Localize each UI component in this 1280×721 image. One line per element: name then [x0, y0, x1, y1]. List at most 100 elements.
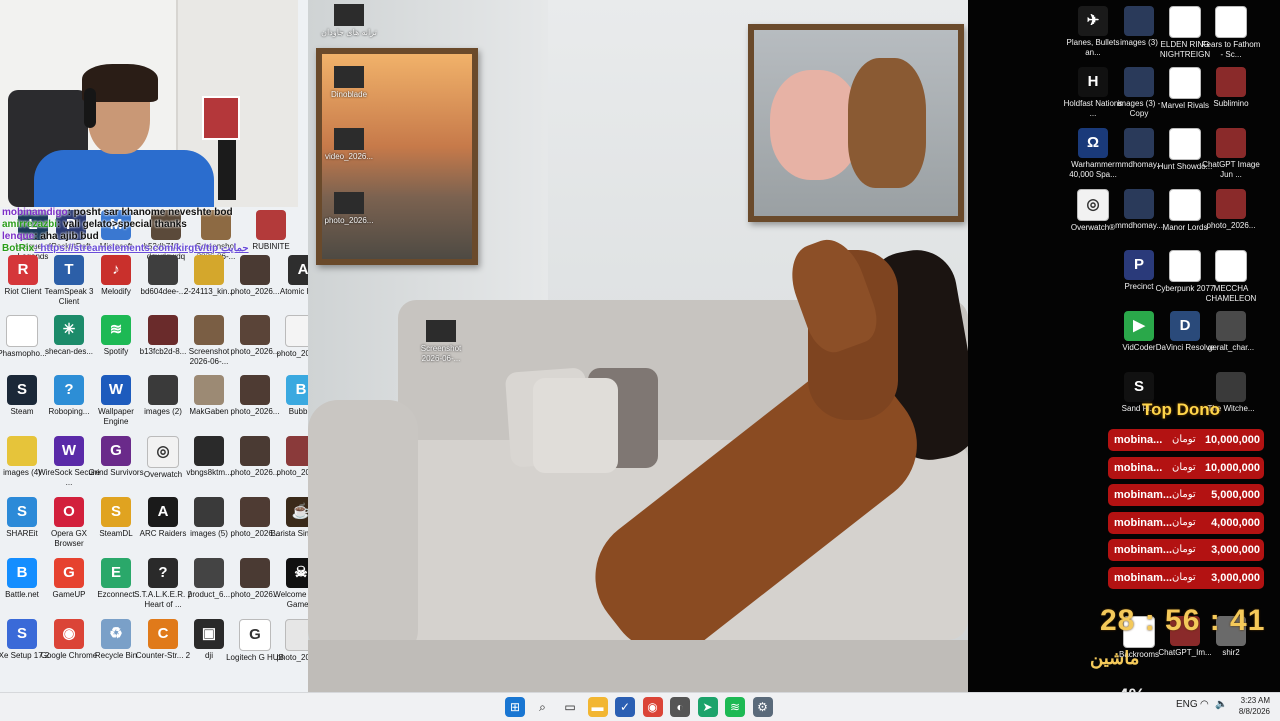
- spotify-icon[interactable]: ≋: [725, 697, 745, 717]
- file-icon: [1215, 6, 1247, 38]
- image-icon: [1216, 372, 1246, 402]
- desktop-icon[interactable]: Sublimino: [1200, 67, 1262, 109]
- image-icon: [194, 255, 224, 285]
- network-icon: ✳: [54, 315, 84, 345]
- overwatch-icon: ◎: [1077, 189, 1109, 221]
- dji-icon: ▣: [194, 619, 224, 649]
- webcam-headset: [84, 88, 96, 128]
- app-green-icon[interactable]: ➤: [697, 697, 718, 717]
- desktop-icon-label: geralt_char...: [1207, 343, 1255, 352]
- file-icon: [1169, 250, 1201, 282]
- clock-time: 3:23 AM: [1240, 696, 1270, 705]
- file-icon: [6, 315, 38, 347]
- battlenet-icon: B: [7, 558, 37, 588]
- desktop-icon[interactable]: photo_2026...: [1200, 189, 1262, 231]
- desktop-icon-label: photo_2026...: [1206, 221, 1256, 230]
- sxe-setup-icon: S: [7, 619, 37, 649]
- donor-name: mobinam...: [1114, 489, 1173, 501]
- desktop-icon[interactable]: photo_2026...: [318, 192, 380, 226]
- wifi-icon[interactable]: ◠: [1200, 699, 1209, 710]
- image-icon: [148, 255, 178, 285]
- settings-icon[interactable]: ⚙: [752, 697, 773, 717]
- donor-amount: 10,000,000: [1204, 461, 1260, 474]
- chat-message: BotRix: https://streamelements.com/kirgt…: [2, 243, 302, 255]
- donor-amount: 3,000,000: [1211, 571, 1260, 584]
- desktop-icon-label: photo_2026...: [324, 216, 374, 225]
- app-check-icon[interactable]: ✓: [615, 697, 635, 717]
- desktop-icon[interactable]: geralt_char...: [1200, 311, 1262, 353]
- webcam-microphone: [218, 140, 236, 200]
- davinci-icon: D: [1170, 311, 1200, 341]
- windows-start-icon[interactable]: ⊞: [505, 697, 525, 717]
- desktop-icon[interactable]: ChatGPT Image Jun ...: [1200, 128, 1262, 179]
- donor-name: mobinam...: [1114, 544, 1173, 556]
- chat-username: lenque: [2, 231, 35, 242]
- donor-name: mobinam...: [1114, 571, 1173, 584]
- task-view-icon[interactable]: ▭: [560, 697, 580, 717]
- donor-name: mobinam...: [1114, 516, 1173, 529]
- gameup-icon: G: [54, 558, 84, 588]
- donor-row: mobinam... تومان 4,000,000: [1108, 511, 1264, 534]
- shareit-icon: S: [7, 497, 37, 527]
- chat-username: mobinamdigo: [2, 207, 68, 218]
- donor-currency: تومان: [1172, 434, 1196, 445]
- desktop-icon[interactable]: Dinoblade: [318, 66, 380, 100]
- language-indicator[interactable]: ENG: [1176, 699, 1198, 710]
- desktop-icon[interactable]: Fears to Fathom - Sc...: [1200, 6, 1262, 59]
- desktop-icon-label: Dinoblade: [330, 90, 368, 99]
- stream-timer-label: ماشین: [1090, 648, 1140, 668]
- image-icon: [240, 255, 270, 285]
- desktop-icon-label: ترانه های جاودان: [321, 28, 377, 37]
- image-icon: [148, 375, 178, 405]
- image-icon: [240, 315, 270, 345]
- system-clock[interactable]: 3:23 AM 8/8/2026: [1239, 695, 1270, 717]
- image-icon: [1216, 67, 1246, 97]
- webcam-streamer-shirt: [34, 150, 214, 207]
- donor-row: mobinam... تومان 5,000,000: [1108, 484, 1264, 506]
- precinct-icon: P: [1124, 250, 1154, 280]
- chat-message: amirrezazbi: vali gelato>special thanks: [2, 219, 302, 231]
- search-icon[interactable]: ⌕: [532, 697, 553, 717]
- overwatch-icon: ◎: [147, 436, 179, 468]
- stream-chat-overlay: mobinamdigo: posht sar khanome neveshte …: [2, 207, 302, 255]
- file-explorer-icon[interactable]: ▬: [587, 697, 608, 717]
- donor-amount: 3,000,000: [1211, 544, 1260, 556]
- desktop-icon[interactable]: ترانه های جاودان: [318, 4, 380, 38]
- volume-icon[interactable]: 🔈: [1215, 699, 1227, 710]
- image-icon: [1216, 189, 1246, 219]
- wallpaper-horse-image: [308, 0, 968, 692]
- chrome-icon[interactable]: ◉: [642, 697, 663, 717]
- wiresock-icon: W: [54, 436, 84, 466]
- desktop-icon[interactable]: video_2026...: [318, 128, 380, 162]
- clock-date: 8/8/2026: [1238, 707, 1270, 716]
- opera-gx-icon: O: [54, 497, 84, 527]
- desktop-icon[interactable]: Screenshot 2026-06-...: [410, 320, 472, 363]
- file-icon: [1169, 128, 1201, 160]
- webcam-poster: [202, 96, 240, 140]
- teamspeak-icon: T: [54, 255, 84, 285]
- donor-amount: 10,000,000: [1204, 434, 1260, 446]
- sand-icon: S: [1124, 372, 1154, 402]
- arc-raiders-icon: A: [148, 497, 178, 527]
- app-red-icon[interactable]: ◐: [670, 697, 690, 717]
- desktop-icon[interactable]: MECCHA CHAMELEON: [1200, 250, 1262, 303]
- spotify-icon: ≋: [101, 315, 131, 345]
- file-icon: [1169, 6, 1201, 38]
- chat-message: mobinamdigo: posht sar khanome neveshte …: [2, 207, 302, 219]
- image-icon: [240, 375, 270, 405]
- melodify-icon: ♪: [101, 255, 131, 285]
- donor-currency: تومان: [1172, 544, 1196, 555]
- file-icon: [1169, 67, 1201, 99]
- image-icon: [194, 436, 224, 466]
- image-icon: [148, 315, 178, 345]
- wallpaper-sofa-arm: [308, 400, 418, 660]
- donor-row: mobinam... تومان 3,000,000: [1108, 539, 1264, 561]
- donor-currency: تومان: [1172, 571, 1196, 583]
- desktop-icon-label: Screenshot 2026-06-...: [420, 344, 462, 363]
- counter-strike-icon: C: [148, 619, 178, 649]
- wallpaper-engine-icon: W: [101, 375, 131, 405]
- image-icon: [1216, 311, 1246, 341]
- image-icon: [334, 192, 364, 214]
- wallpaper-floor: [308, 640, 968, 692]
- file-icon: [1169, 189, 1201, 221]
